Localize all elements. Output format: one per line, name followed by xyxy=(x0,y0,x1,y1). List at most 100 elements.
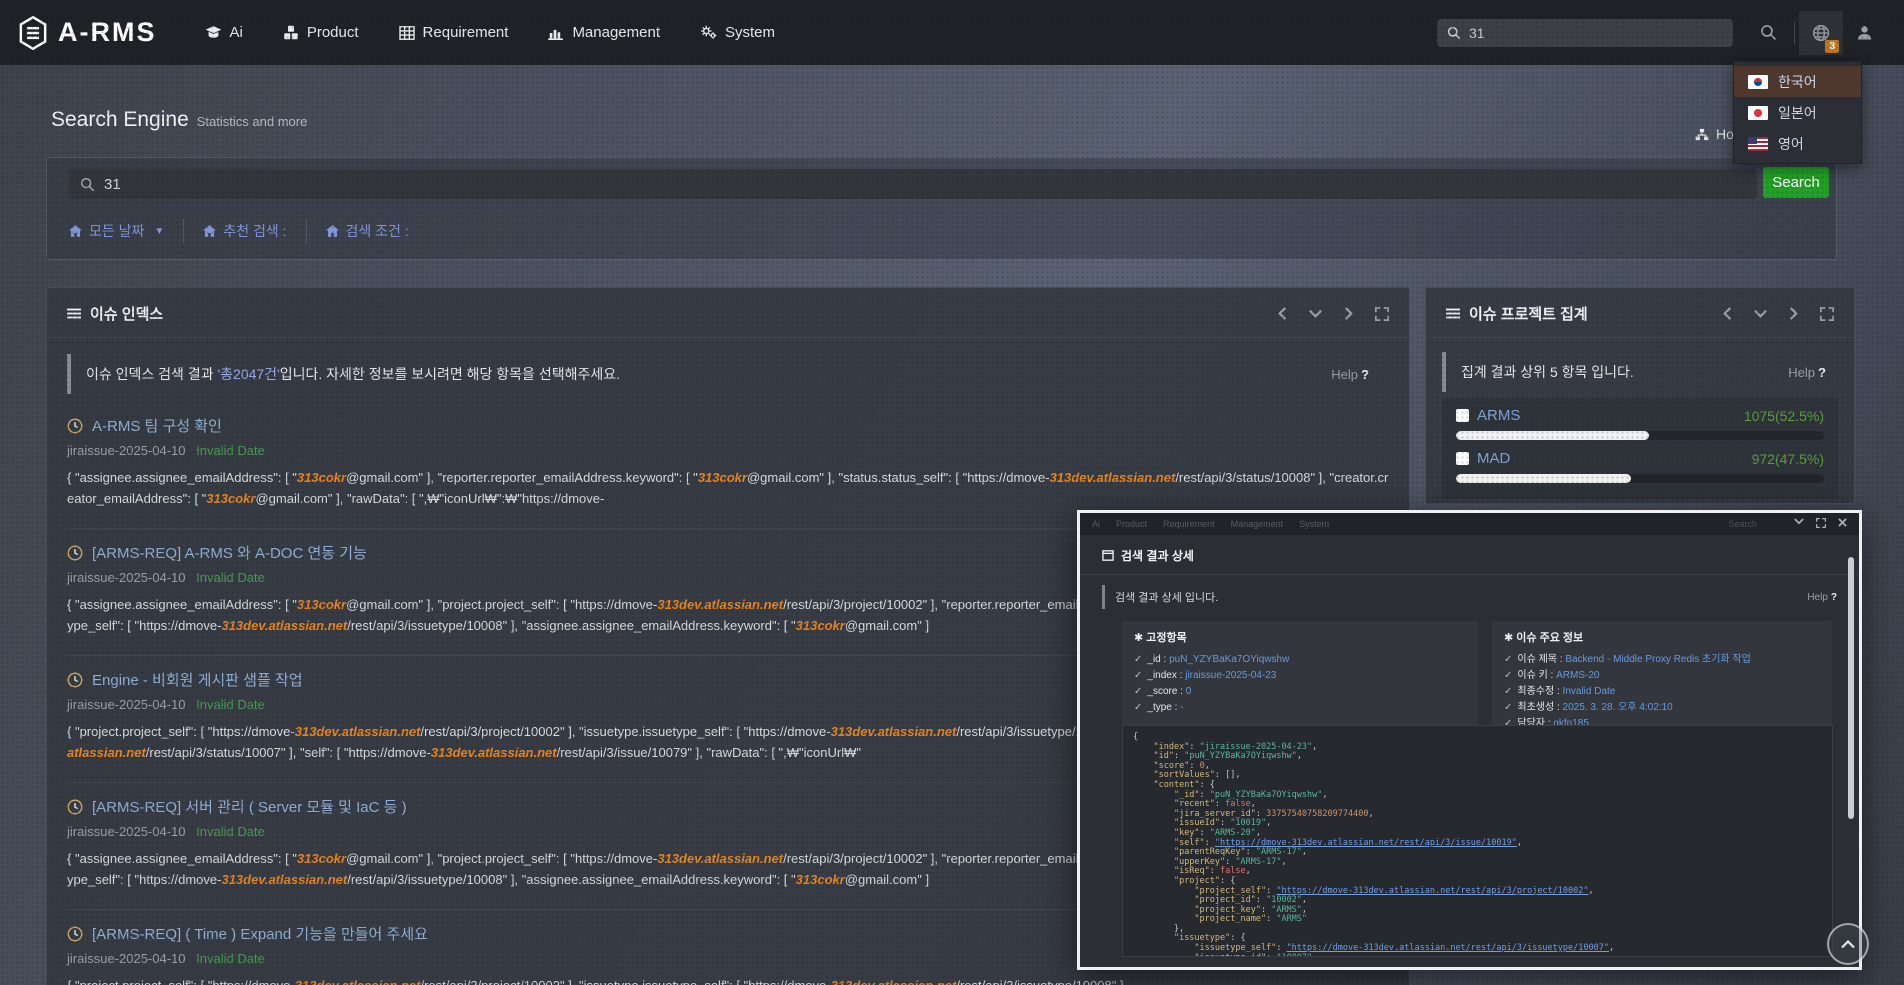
chevron-right-icon[interactable] xyxy=(1344,307,1353,320)
panel-title-text: 이슈 인덱스 xyxy=(90,303,163,324)
chevron-left-icon[interactable] xyxy=(1723,307,1732,320)
project-name-link[interactable]: MAD xyxy=(1477,450,1510,467)
hamburger-icon xyxy=(67,308,81,319)
field-value[interactable]: puN_YZYBaKa7OYiqwshw xyxy=(1169,654,1289,665)
check-icon: ✓ xyxy=(1504,670,1512,681)
field-value[interactable]: 2025. 3. 28. 오후 4:02:10 xyxy=(1563,702,1673,713)
minimize-icon[interactable] xyxy=(1794,518,1804,528)
clock-icon xyxy=(67,672,83,688)
user-icon xyxy=(1856,24,1873,41)
help-link[interactable]: Help? xyxy=(1331,367,1369,382)
help-link[interactable]: Help? xyxy=(1788,365,1826,380)
menu-item-product[interactable]: Product xyxy=(283,24,359,41)
project-progress-fill xyxy=(1456,431,1649,440)
fixed-field-row: ✓_score : 0 xyxy=(1134,684,1466,700)
field-value[interactable]: ARMS-20 xyxy=(1556,670,1599,681)
chevron-down-icon[interactable] xyxy=(1309,309,1322,318)
navbar-search-input[interactable] xyxy=(1469,25,1723,41)
expand-icon[interactable] xyxy=(1820,307,1834,321)
project-name-link[interactable]: ARMS xyxy=(1477,407,1520,424)
field-label: 이슈 제목 xyxy=(1517,654,1557,665)
filter-label: 추천 검색 : xyxy=(223,221,286,241)
globe-icon xyxy=(1812,24,1830,42)
chevron-down-icon[interactable] xyxy=(1754,309,1767,318)
clock-icon xyxy=(67,926,83,942)
issue-info-title: ✱ 이슈 주요 정보 xyxy=(1504,629,1820,645)
aggregation-header: 이슈 프로젝트 집계 xyxy=(1426,288,1854,338)
field-value[interactable]: jiraissue-2025-04-23 xyxy=(1185,670,1276,681)
page-title: Search Engine xyxy=(51,108,189,131)
search-filters: 모든 날짜 ▼ 추천 검색 : 검색 조건 : xyxy=(69,216,409,246)
menu-item-system[interactable]: System xyxy=(700,24,775,41)
field-value[interactable]: Invalid Date xyxy=(1563,686,1616,697)
menu-item-ai[interactable]: Ai xyxy=(205,24,243,41)
project-checkbox[interactable] xyxy=(1456,452,1469,465)
search-button[interactable]: Search xyxy=(1763,167,1829,198)
issue-date-status: Invalid Date xyxy=(196,824,265,839)
language-label: 일본어 xyxy=(1778,103,1817,123)
info-text: 집계 결과 상위 5 항목 입니다. xyxy=(1461,362,1634,382)
info-text: 이슈 인덱스 검색 결과 '총2047건'입니다. 자세한 정보를 보시려면 해… xyxy=(86,364,620,384)
field-value[interactable]: 0 xyxy=(1186,686,1192,697)
search-icon xyxy=(1760,24,1777,41)
modal-info-row: 검색 결과 상세 입니다. Help? xyxy=(1102,585,1837,609)
project-checkbox[interactable] xyxy=(1456,409,1469,422)
search-result-detail-modal: Ai Product Requirement Management System… xyxy=(1077,510,1862,970)
issue-title-text: A-RMS 팀 구성 확인 xyxy=(92,415,222,436)
main-search-box xyxy=(69,169,1757,199)
language-count-badge: 3 xyxy=(1825,40,1839,53)
main-search-input[interactable] xyxy=(104,176,1746,193)
issue-date-status: Invalid Date xyxy=(196,570,265,585)
field-label: 최초생성 xyxy=(1517,702,1554,713)
menu-label: Management xyxy=(572,24,660,41)
menu-label: System xyxy=(725,24,775,41)
modal-background-navbar: Ai Product Requirement Management System… xyxy=(1080,513,1859,535)
expand-icon[interactable] xyxy=(1816,518,1826,528)
filter-suggested-search[interactable]: 추천 검색 : xyxy=(203,221,286,241)
language-label: 영어 xyxy=(1778,134,1804,154)
menu-label: Product xyxy=(307,24,359,41)
expand-icon[interactable] xyxy=(1375,307,1389,321)
language-button[interactable]: 3 xyxy=(1799,11,1843,55)
clock-icon xyxy=(67,545,83,561)
menu-item-requirement[interactable]: Requirement xyxy=(399,24,509,41)
us-flag-icon xyxy=(1748,137,1768,151)
search-icon xyxy=(80,177,95,192)
navbar-search-button[interactable] xyxy=(1747,11,1790,55)
aggregation-row: ARMS 1075(52.5%) xyxy=(1456,407,1824,440)
chevron-right-icon[interactable] xyxy=(1789,307,1798,320)
close-icon[interactable] xyxy=(1838,518,1847,528)
language-option-japanese[interactable]: 일본어 xyxy=(1734,97,1861,128)
scroll-to-top-button[interactable] xyxy=(1827,923,1869,965)
user-button[interactable] xyxy=(1843,11,1886,55)
result-count: '총2047건' xyxy=(217,366,279,382)
fixed-field-row: ✓_type : - xyxy=(1134,700,1466,716)
issue-info-row: ✓이슈 키 : ARMS-20 xyxy=(1504,668,1820,684)
page-subtitle: Statistics and more xyxy=(197,114,308,129)
project-progress-track xyxy=(1456,474,1824,483)
filter-all-dates[interactable]: 모든 날짜 ▼ xyxy=(69,221,164,241)
filter-search-conditions[interactable]: 검색 조건 : xyxy=(326,221,409,241)
chevron-up-icon xyxy=(1841,940,1855,949)
issue-detail-json: { "index": "jiraissue-2025-04-23", "id":… xyxy=(1133,733,1822,957)
issue-info-row: ✓최초생성 : 2025. 3. 28. 오후 4:02:10 xyxy=(1504,700,1820,716)
check-icon: ✓ xyxy=(1134,654,1142,665)
menu-label: Ai xyxy=(230,24,243,41)
clock-icon xyxy=(67,799,83,815)
help-link[interactable]: Help? xyxy=(1807,592,1837,603)
language-option-korean[interactable]: 한국어 xyxy=(1734,66,1861,97)
issue-meta: jiraissue-2025-04-10 Invalid Date xyxy=(67,443,1389,458)
chevron-left-icon[interactable] xyxy=(1278,307,1287,320)
app-logo[interactable]: A-RMS xyxy=(18,16,157,50)
language-option-english[interactable]: 영어 xyxy=(1734,128,1861,159)
issue-info-row: ✓최종수정 : Invalid Date xyxy=(1504,684,1820,700)
field-value[interactable]: Backend - Middle Proxy Redis 초기화 작업 xyxy=(1565,654,1751,665)
issue-index-info: 이슈 인덱스 검색 결과 '총2047건'입니다. 자세한 정보를 보시려면 해… xyxy=(67,354,1381,394)
menu-item-management[interactable]: Management xyxy=(548,24,660,41)
field-value[interactable]: - xyxy=(1180,702,1183,713)
modal-scrollbar[interactable] xyxy=(1848,557,1854,819)
aggregation-info: 집계 결과 상위 5 항목 입니다. Help? xyxy=(1442,352,1838,392)
modal-title-text: 검색 결과 상세 xyxy=(1121,547,1194,564)
top-navbar: A-RMS Ai Product Requirement Management xyxy=(0,0,1904,65)
issue-title-link[interactable]: A-RMS 팀 구성 확인 xyxy=(67,415,1389,436)
